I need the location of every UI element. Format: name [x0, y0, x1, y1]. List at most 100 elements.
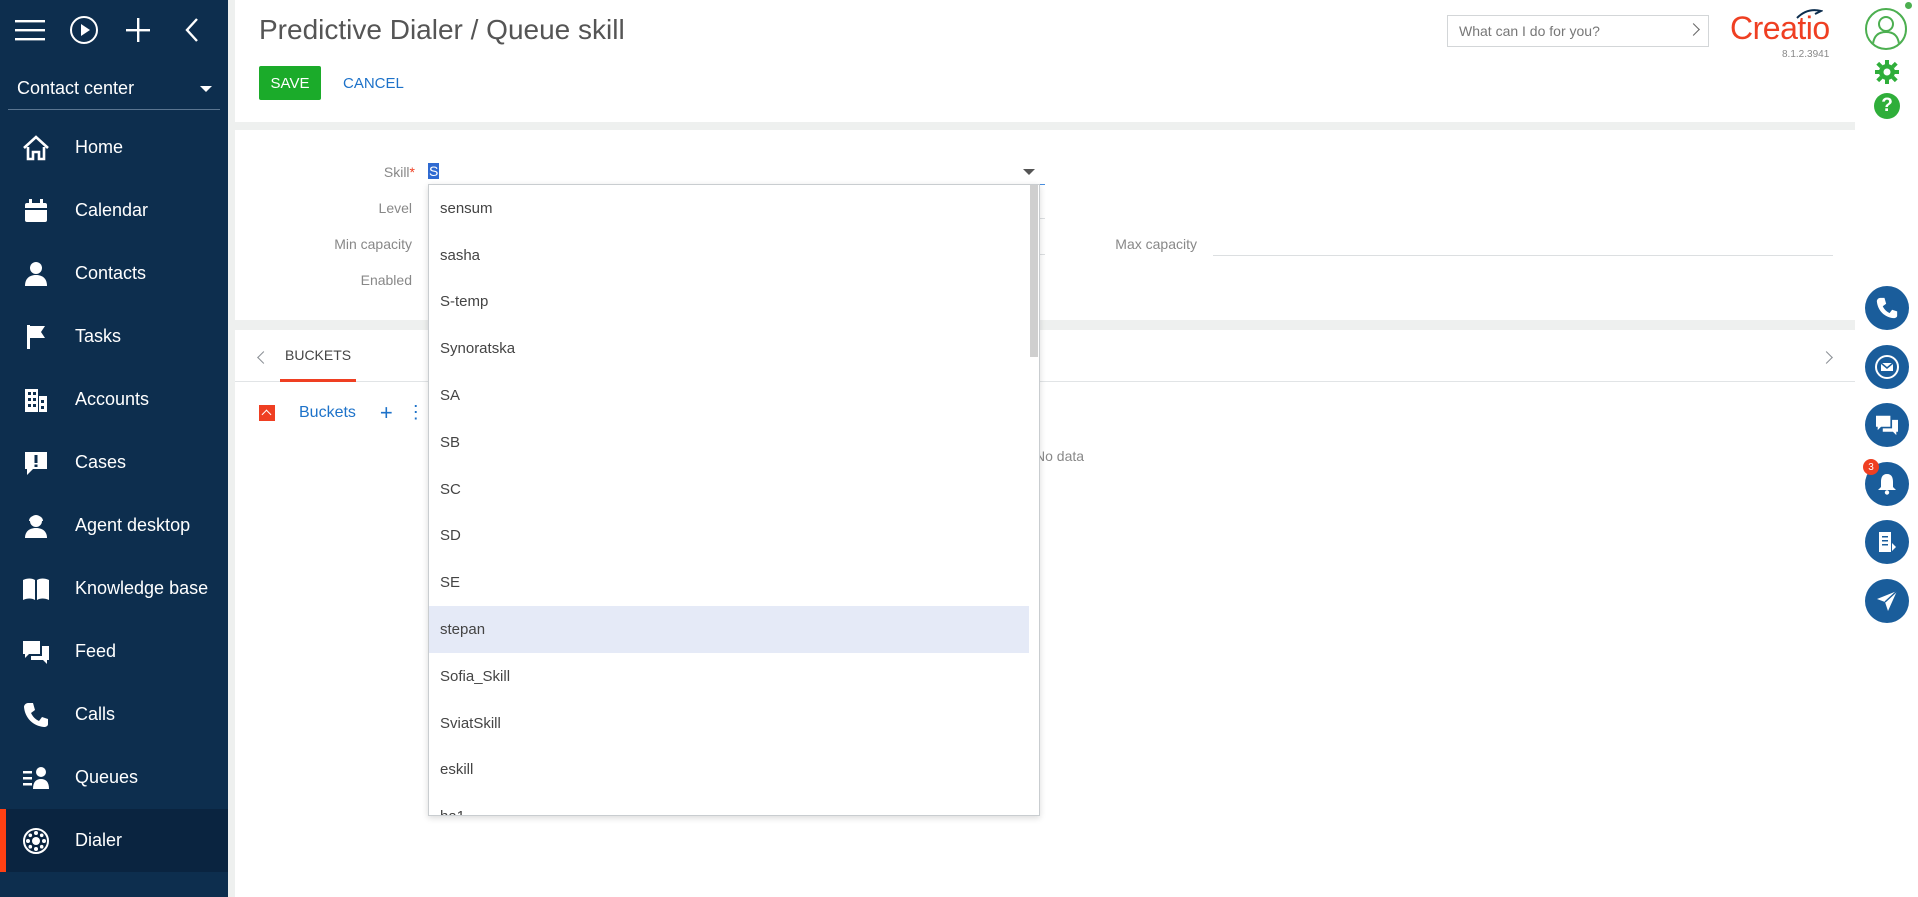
chevron-down-icon[interactable] [1023, 169, 1035, 175]
detail-title[interactable]: Buckets [299, 404, 356, 422]
gear-icon[interactable] [1874, 59, 1900, 90]
send-button[interactable] [1865, 579, 1909, 623]
sidebar-item-label: Contacts [75, 263, 147, 283]
max-capacity-label: Max capacity [1115, 236, 1197, 252]
envelope-icon [1875, 355, 1899, 379]
tab-buckets[interactable]: BUCKETS [280, 330, 357, 382]
no-data-message: No data [1035, 448, 1085, 464]
bell-icon [1878, 474, 1896, 495]
phone-icon [1876, 297, 1898, 319]
phone-icon [22, 701, 50, 729]
feed-icon [22, 638, 50, 666]
page-title: Predictive Dialer / Queue skill [259, 14, 625, 45]
list-item[interactable]: SD [429, 513, 1030, 560]
sidebar-item-label: Cases [75, 452, 127, 472]
dialer-icon [22, 827, 50, 855]
chevron-right-icon[interactable] [1820, 351, 1833, 364]
list-item[interactable]: S-temp [429, 279, 1030, 326]
more-actions-icon[interactable]: ⋮ [407, 402, 425, 423]
home-icon [22, 134, 50, 162]
sidebar-item-label: Tasks [75, 326, 122, 346]
scrollbar-thumb[interactable] [1030, 185, 1038, 357]
add-record-icon[interactable]: + [380, 401, 393, 423]
agent-icon [22, 512, 50, 540]
list-item[interactable]: SC [429, 466, 1030, 513]
case-icon [22, 449, 50, 477]
list-item[interactable]: SE [429, 559, 1030, 606]
required-mark: * [409, 164, 415, 180]
list-item[interactable]: SA [429, 372, 1030, 419]
sidebar-item-cases[interactable]: Cases [0, 431, 228, 494]
sidebar-item-tasks[interactable]: Tasks [0, 305, 228, 368]
notification-badge: 3 [1863, 459, 1879, 475]
chevron-left-icon[interactable] [257, 351, 270, 364]
logo-swoosh-icon [1796, 9, 1823, 19]
search-placeholder: What can I do for you? [1459, 23, 1600, 39]
scrollbar[interactable] [1029, 185, 1039, 815]
list-item[interactable]: ha1 [429, 793, 1030, 815]
workspace-label: Contact center [17, 78, 135, 98]
sidebar-item-dialer[interactable]: Dialer [0, 809, 228, 872]
command-search-input[interactable]: What can I do for you? [1447, 15, 1709, 47]
list-item-highlighted[interactable]: stepan [429, 606, 1030, 653]
menu-icon[interactable] [12, 12, 48, 48]
sidebar-item-feed[interactable]: Feed [0, 620, 228, 683]
sidebar-item-label: Calendar [75, 200, 149, 220]
help-icon[interactable]: ? [1874, 93, 1900, 119]
contact-icon [22, 260, 50, 288]
skill-dropdown-list: sensum sasha S-temp Synoratska SA SB SC … [428, 184, 1040, 816]
phone-button[interactable] [1865, 286, 1909, 330]
queue-icon [22, 764, 50, 792]
sidebar-item-calendar[interactable]: Calendar [0, 179, 228, 242]
save-button[interactable]: SAVE [259, 66, 321, 100]
list-item[interactable]: sensum [429, 185, 1030, 232]
sidebar-item-accounts[interactable]: Accounts [0, 368, 228, 431]
version-label: 8.1.2.3941 [1782, 49, 1830, 60]
calendar-icon [22, 197, 50, 225]
online-status-icon [1905, 2, 1912, 9]
collapse-sidebar-icon[interactable] [174, 12, 210, 48]
book-icon [22, 575, 50, 603]
list-item[interactable]: Synoratska [429, 325, 1030, 372]
list-item[interactable]: Sofia_Skill [429, 653, 1030, 700]
play-icon[interactable] [66, 12, 102, 48]
sidebar-item-label: Knowledge base [75, 578, 209, 598]
skill-lookup-input[interactable]: S [428, 157, 1045, 185]
flag-icon [22, 323, 50, 351]
list-item[interactable]: SviatSkill [429, 700, 1030, 747]
chat-icon [1876, 415, 1898, 436]
sidebar-item-label: Calls [75, 704, 116, 724]
process-button[interactable] [1865, 520, 1909, 564]
sidebar-item-label: Agent desktop [75, 515, 191, 535]
sidebar-item-label: Accounts [75, 389, 150, 409]
list-item[interactable]: sasha [429, 232, 1030, 279]
sidebar-item-agent-desktop[interactable]: Agent desktop [0, 494, 228, 557]
min-capacity-label: Min capacity [334, 236, 412, 252]
avatar[interactable] [1865, 8, 1907, 50]
chat-button[interactable] [1865, 403, 1909, 447]
sidebar: Contact center Home Calendar Contacts Ta… [0, 0, 228, 897]
add-icon[interactable] [120, 12, 156, 48]
sidebar-item-home[interactable]: Home [0, 116, 228, 179]
skill-label-text: Skill [383, 164, 410, 180]
sidebar-item-calls[interactable]: Calls [0, 683, 228, 746]
workspace-selector[interactable]: Contact center [8, 68, 220, 110]
email-button[interactable] [1865, 345, 1909, 389]
sidebar-nav: Home Calendar Contacts Tasks Accounts Ca… [0, 116, 228, 872]
max-capacity-field[interactable] [1213, 255, 1833, 256]
sidebar-item-queues[interactable]: Queues [0, 746, 228, 809]
chevron-right-icon[interactable] [1687, 23, 1700, 36]
sidebar-item-label: Home [75, 137, 124, 157]
list-item[interactable]: SB [429, 419, 1030, 466]
sidebar-item-contacts[interactable]: Contacts [0, 242, 228, 305]
sidebar-item-knowledge-base[interactable]: Knowledge base [0, 557, 228, 620]
list-item[interactable]: eskill [429, 747, 1030, 794]
skill-label: Skill* [295, 164, 415, 180]
enabled-label: Enabled [360, 272, 412, 288]
sidebar-item-label: Feed [75, 641, 117, 661]
skill-input-value[interactable]: S [428, 163, 440, 179]
paper-plane-icon [1877, 590, 1898, 611]
collapse-detail-icon[interactable] [259, 404, 275, 421]
cancel-button[interactable]: CANCEL [343, 66, 404, 100]
buckets-detail-header: Buckets + ⋮ [259, 401, 425, 423]
